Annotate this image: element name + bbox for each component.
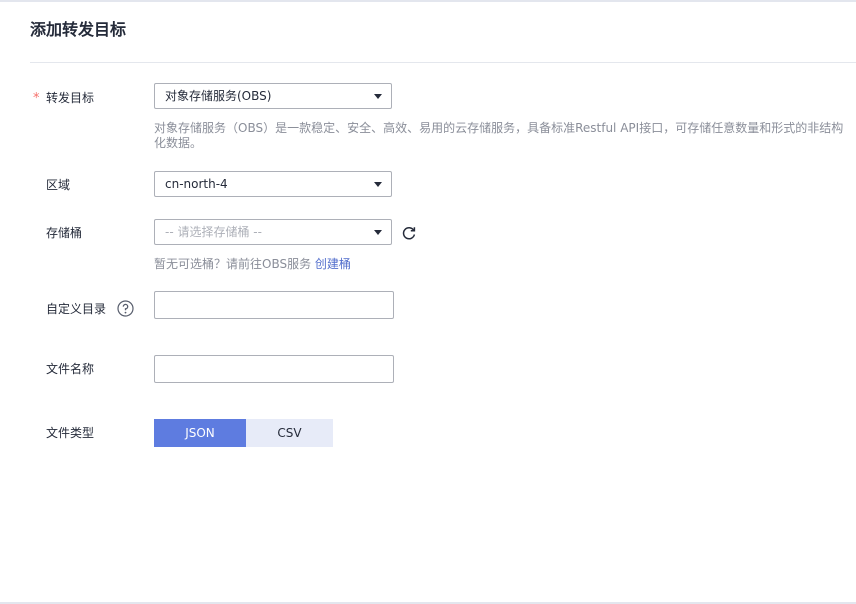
create-bucket-link[interactable]: 创建桶 xyxy=(315,257,351,271)
file-name-input[interactable] xyxy=(154,355,394,383)
file-type-csv-button[interactable]: CSV xyxy=(246,419,333,447)
file-type-label: 文件类型 xyxy=(46,426,95,440)
dialog-title: 添加转发目标 xyxy=(30,20,127,39)
file-type-toggle: JSON CSV xyxy=(154,419,333,447)
title-divider xyxy=(30,62,856,63)
custom-dir-label: 自定义目录 xyxy=(46,302,107,316)
help-icon[interactable] xyxy=(117,300,134,317)
top-border xyxy=(0,0,856,2)
target-select-value: 对象存储服务(OBS) xyxy=(165,89,272,103)
target-description: 对象存储服务（OBS）是一款稳定、安全、高效、易用的云存储服务，具备标准Rest… xyxy=(154,121,844,150)
caret-down-icon xyxy=(374,94,382,99)
bucket-select[interactable]: -- 请选择存储桶 -- xyxy=(154,219,392,245)
region-select-value: cn-north-4 xyxy=(165,177,228,191)
caret-down-icon xyxy=(374,230,382,235)
file-type-json-button[interactable]: JSON xyxy=(154,419,246,447)
bucket-hint-text: 暂无可选桶？请前往OBS服务 xyxy=(154,257,312,271)
caret-down-icon xyxy=(374,182,382,187)
bucket-select-placeholder: -- 请选择存储桶 -- xyxy=(165,225,262,239)
refresh-icon[interactable] xyxy=(401,225,417,241)
region-select[interactable]: cn-north-4 xyxy=(154,171,392,197)
file-name-label: 文件名称 xyxy=(46,362,95,376)
bucket-hint: 暂无可选桶？请前往OBS服务 创建桶 xyxy=(154,257,351,272)
region-label: 区域 xyxy=(46,178,71,192)
custom-dir-input[interactable] xyxy=(154,291,394,319)
target-label: 转发目标 xyxy=(46,91,95,105)
required-mark: * xyxy=(33,91,40,106)
bucket-label: 存储桶 xyxy=(46,226,83,240)
target-select[interactable]: 对象存储服务(OBS) xyxy=(154,83,392,109)
